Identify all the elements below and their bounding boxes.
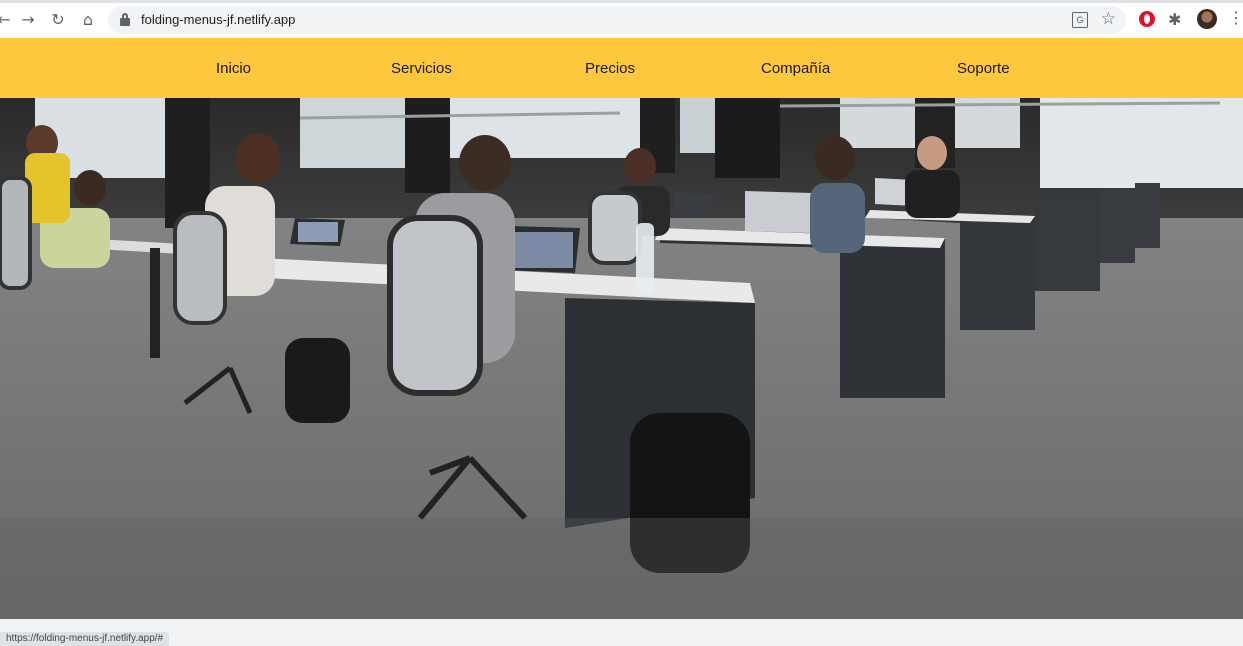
- nav-inicio[interactable]: Inicio: [216, 60, 251, 77]
- hero-image: [0, 98, 1243, 619]
- nav-soporte[interactable]: Soporte: [957, 60, 1010, 77]
- extensions-icon[interactable]: ✱: [1168, 10, 1181, 29]
- office-photo: [0, 98, 1243, 619]
- nav-compania[interactable]: Compañía: [761, 60, 830, 77]
- tab-strip-edge: [0, 0, 1243, 3]
- translate-icon[interactable]: G: [1072, 12, 1088, 28]
- browser-toolbar: ← → ↻ ⌂ folding-menus-jf.netlify.app G ☆…: [0, 0, 1243, 39]
- address-bar[interactable]: folding-menus-jf.netlify.app G ☆: [108, 6, 1126, 34]
- menu-icon[interactable]: ⋮: [1228, 8, 1243, 27]
- lock-icon: [120, 13, 130, 26]
- star-icon[interactable]: ☆: [1101, 9, 1116, 29]
- opera-icon[interactable]: [1139, 11, 1155, 27]
- reload-icon[interactable]: ↻: [48, 9, 68, 29]
- home-icon[interactable]: ⌂: [78, 9, 98, 29]
- nav-precios[interactable]: Precios: [585, 60, 635, 77]
- nav-servicios[interactable]: Servicios: [391, 60, 452, 77]
- back-icon[interactable]: ←: [0, 9, 14, 29]
- url-text[interactable]: folding-menus-jf.netlify.app: [141, 12, 295, 27]
- site-nav: Inicio Servicios Precios Compañía Soport…: [0, 38, 1243, 98]
- forward-icon[interactable]: →: [18, 9, 38, 29]
- profile-avatar[interactable]: [1197, 9, 1217, 29]
